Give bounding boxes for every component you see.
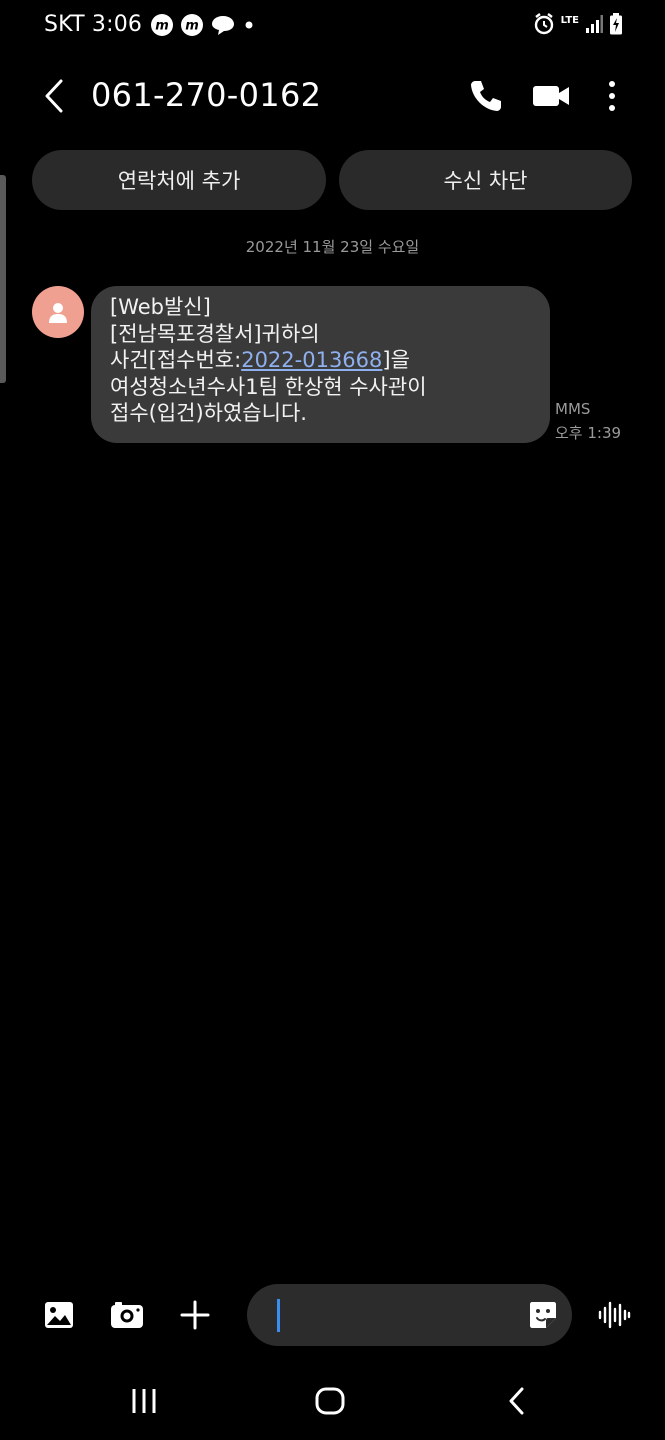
gallery-button[interactable] [42, 1298, 76, 1332]
message-bubble[interactable]: [Web발신] [전남목포경찰서]귀하의 사건[접수번호:2022-013668… [91, 286, 550, 443]
recent-apps-icon [132, 1389, 156, 1413]
more-notifications-dot-icon [245, 21, 253, 29]
notification-icons: m m [150, 13, 256, 37]
lte-indicator: LTE [560, 15, 579, 26]
contact-title: 061-270-0162 [91, 76, 322, 114]
system-icons: LTE [533, 12, 623, 36]
phone-icon [471, 81, 501, 111]
date-separator: 2022년 11월 23일 수요일 [245, 238, 420, 256]
home-button[interactable] [305, 1378, 355, 1424]
image-icon [45, 1302, 73, 1328]
audio-wave-icon [598, 1301, 631, 1329]
message-line: 접수(입건)하였습니다. [110, 401, 307, 425]
message-line: 여성청소년수사1팀 한상현 수사관이 [110, 374, 427, 399]
message-line: 사건[접수번호:2022-013668]을 [110, 347, 531, 374]
voice-call-button[interactable] [466, 76, 506, 116]
svg-text:m: m [155, 19, 169, 34]
recent-apps-button[interactable] [119, 1378, 169, 1424]
more-vert-icon [609, 81, 615, 111]
nav-back-icon [509, 1387, 524, 1415]
message-meta: MMS 오후 1:39 [555, 397, 621, 445]
camera-button[interactable] [110, 1298, 144, 1332]
svg-text:m: m [185, 19, 199, 34]
voice-record-button[interactable] [597, 1298, 631, 1332]
chat-bubble-icon [212, 16, 234, 35]
sender-avatar[interactable] [32, 286, 84, 338]
messenger-m-icon: m [151, 14, 173, 36]
back-arrow-icon [45, 79, 63, 113]
message-line: [전남목포경찰서]귀하의 [110, 321, 320, 346]
system-navigation-bar [0, 1368, 665, 1440]
attach-more-button[interactable] [178, 1298, 212, 1332]
sticker-button[interactable] [527, 1299, 559, 1331]
message-time: 오후 1:39 [555, 424, 622, 442]
messenger-m-icon-2: m [181, 14, 203, 36]
message-input-box[interactable] [247, 1284, 572, 1346]
message-text: ]을 [382, 348, 410, 372]
case-number-link[interactable]: 2022-013668 [241, 348, 382, 372]
person-icon [49, 303, 67, 323]
video-camera-icon [533, 86, 569, 106]
alarm-icon [534, 13, 553, 35]
home-icon [315, 1387, 345, 1415]
message-line: [Web발신] [110, 295, 211, 319]
video-call-button[interactable] [530, 76, 572, 116]
plus-icon [180, 1300, 210, 1330]
text-cursor [277, 1299, 280, 1332]
sticker-icon [530, 1302, 556, 1328]
status-bar: SKT 3:06 m m LTE [0, 0, 665, 52]
block-number-button[interactable]: 수신 차단 [339, 150, 632, 210]
signal-icon [586, 15, 603, 33]
message-text: 사건[접수번호: [110, 348, 242, 372]
contact-action-row: 연락처에 추가 수신 차단 [32, 150, 632, 210]
message-composer [0, 1282, 665, 1346]
add-to-contacts-button[interactable]: 연락처에 추가 [32, 150, 326, 210]
more-options-button[interactable] [596, 76, 628, 116]
back-button[interactable] [36, 76, 72, 116]
message-input[interactable] [287, 1284, 517, 1346]
carrier-time: SKT 3:06 [44, 12, 143, 37]
battery-charging-icon [610, 13, 622, 35]
message-type-label: MMS [555, 400, 591, 418]
nav-back-button[interactable] [491, 1378, 541, 1424]
conversation-header: 061-270-0162 [0, 60, 665, 132]
camera-icon [111, 1302, 143, 1328]
edge-panel-handle[interactable] [0, 175, 6, 383]
